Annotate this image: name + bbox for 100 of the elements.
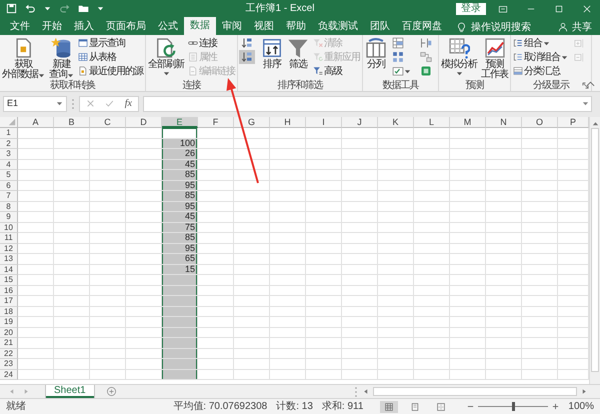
table-cell[interactable] bbox=[18, 212, 54, 222]
table-cell[interactable] bbox=[450, 296, 486, 306]
table-cell[interactable] bbox=[18, 233, 54, 244]
save-icon[interactable] bbox=[6, 3, 17, 14]
ribbon-button[interactable] bbox=[239, 50, 255, 64]
table-cell[interactable] bbox=[450, 191, 486, 202]
table-cell[interactable] bbox=[90, 160, 126, 170]
table-cell[interactable] bbox=[54, 317, 90, 328]
table-cell[interactable] bbox=[342, 275, 378, 286]
table-cell[interactable] bbox=[198, 306, 234, 317]
table-cell[interactable] bbox=[18, 348, 54, 359]
table-cell[interactable] bbox=[234, 212, 270, 222]
table-cell[interactable] bbox=[18, 160, 54, 170]
column-header[interactable]: C bbox=[90, 117, 126, 128]
table-cell[interactable] bbox=[414, 317, 450, 328]
table-cell[interactable] bbox=[378, 306, 414, 317]
table-cell[interactable] bbox=[18, 296, 54, 306]
table-cell[interactable] bbox=[378, 191, 414, 202]
table-cell[interactable] bbox=[450, 359, 486, 370]
ribbon-button[interactable]: 取消组合 bbox=[512, 50, 569, 64]
ribbon-button[interactable]: 分类汇总 bbox=[512, 64, 569, 78]
folder-icon[interactable] bbox=[78, 3, 89, 14]
table-cell[interactable] bbox=[198, 212, 234, 222]
enter-icon[interactable] bbox=[105, 99, 114, 108]
table-cell[interactable] bbox=[198, 264, 234, 275]
ribbon-tab[interactable]: 插入 bbox=[68, 19, 100, 35]
table-cell[interactable] bbox=[90, 128, 126, 138]
table-cell[interactable] bbox=[486, 296, 522, 306]
table-cell[interactable] bbox=[234, 254, 270, 264]
table-cell[interactable] bbox=[486, 306, 522, 317]
table-cell[interactable] bbox=[270, 170, 306, 180]
table-cell[interactable] bbox=[306, 275, 342, 286]
table-cell[interactable] bbox=[486, 275, 522, 286]
table-cell[interactable] bbox=[18, 328, 54, 338]
table-cell[interactable] bbox=[198, 138, 234, 149]
table-cell[interactable] bbox=[522, 254, 558, 264]
table-cell[interactable] bbox=[306, 328, 342, 338]
ribbon-button[interactable]: 显示查询 bbox=[77, 36, 144, 50]
table-cell[interactable] bbox=[414, 254, 450, 264]
table-cell[interactable] bbox=[522, 128, 558, 138]
table-cell[interactable] bbox=[54, 296, 90, 306]
table-cell[interactable] bbox=[450, 128, 486, 138]
row-header[interactable]: 14 bbox=[0, 264, 18, 275]
ribbon-tab[interactable]: 帮助 bbox=[280, 19, 312, 35]
table-cell[interactable] bbox=[234, 338, 270, 348]
table-cell[interactable] bbox=[306, 212, 342, 222]
table-cell[interactable] bbox=[342, 138, 378, 149]
ribbon-tab[interactable]: 数据 bbox=[184, 17, 216, 35]
sheet-tab[interactable]: Sheet1 bbox=[46, 385, 94, 398]
table-cell[interactable] bbox=[198, 338, 234, 348]
table-cell[interactable] bbox=[306, 180, 342, 191]
table-cell[interactable] bbox=[342, 328, 378, 338]
column-header[interactable]: P bbox=[558, 117, 589, 128]
table-cell[interactable] bbox=[18, 170, 54, 180]
add-sheet-icon[interactable] bbox=[106, 386, 117, 397]
column-header[interactable]: M bbox=[450, 117, 486, 128]
table-cell[interactable] bbox=[414, 128, 450, 138]
table-cell[interactable] bbox=[306, 170, 342, 180]
table-cell[interactable] bbox=[522, 222, 558, 233]
table-cell[interactable] bbox=[486, 222, 522, 233]
table-cell[interactable] bbox=[54, 348, 90, 359]
table-cell[interactable] bbox=[198, 233, 234, 244]
table-cell[interactable] bbox=[198, 128, 234, 138]
table-cell[interactable] bbox=[378, 222, 414, 233]
cancel-icon[interactable] bbox=[86, 99, 95, 108]
table-cell[interactable] bbox=[90, 338, 126, 348]
table-cell[interactable] bbox=[162, 370, 198, 380]
table-cell[interactable] bbox=[234, 170, 270, 180]
previous-sheet-icon[interactable] bbox=[8, 388, 15, 395]
table-cell[interactable] bbox=[162, 296, 198, 306]
table-cell[interactable] bbox=[270, 370, 306, 380]
collapse-icon[interactable] bbox=[586, 80, 595, 88]
table-cell[interactable] bbox=[378, 286, 414, 296]
table-cell[interactable]: 95 bbox=[162, 202, 198, 212]
table-cell[interactable] bbox=[18, 180, 54, 191]
table-cell[interactable] bbox=[306, 338, 342, 348]
name-box[interactable]: E1 bbox=[3, 96, 67, 112]
table-cell[interactable] bbox=[270, 328, 306, 338]
table-cell[interactable] bbox=[54, 275, 90, 286]
table-cell[interactable]: 100 bbox=[162, 138, 198, 149]
table-cell[interactable] bbox=[414, 138, 450, 149]
table-cell[interactable] bbox=[306, 264, 342, 275]
column-header[interactable]: D bbox=[126, 117, 162, 128]
table-cell[interactable] bbox=[90, 275, 126, 286]
table-cell[interactable] bbox=[90, 222, 126, 233]
table-cell[interactable] bbox=[270, 191, 306, 202]
table-cell[interactable] bbox=[18, 222, 54, 233]
table-cell[interactable] bbox=[54, 170, 90, 180]
login-button[interactable]: 登录 bbox=[456, 2, 486, 14]
table-cell[interactable] bbox=[306, 202, 342, 212]
row-header[interactable]: 6 bbox=[0, 180, 18, 191]
maximize-icon[interactable] bbox=[554, 4, 564, 14]
ribbon-button[interactable]: 分列 bbox=[364, 36, 388, 70]
table-cell[interactable] bbox=[306, 317, 342, 328]
undo-icon[interactable] bbox=[25, 3, 36, 14]
table-cell[interactable] bbox=[18, 244, 54, 254]
table-cell[interactable] bbox=[342, 149, 378, 160]
ribbon-button[interactable]: 排序 bbox=[260, 36, 284, 70]
table-cell[interactable] bbox=[270, 359, 306, 370]
table-cell[interactable] bbox=[486, 264, 522, 275]
